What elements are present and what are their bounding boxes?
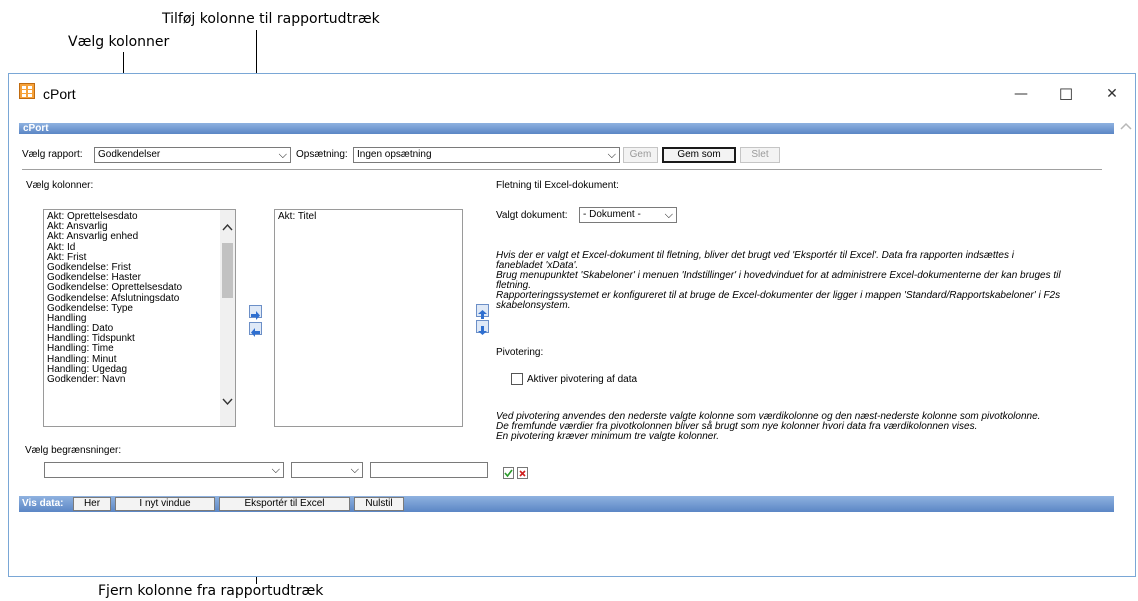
selected-columns-list[interactable]: Akt: Titel bbox=[274, 209, 463, 427]
document-select[interactable]: - Dokument - ⌵ bbox=[579, 207, 677, 223]
arrow-up-icon[interactable] bbox=[476, 304, 489, 319]
list-item[interactable]: Godkendelse: Oprettelsesdato bbox=[44, 283, 235, 293]
scroll-up-icon[interactable] bbox=[1119, 118, 1133, 132]
chevron-down-icon: ⌵ bbox=[278, 149, 287, 161]
list-item[interactable]: Godkender: Navn bbox=[44, 374, 235, 385]
info-line: Hvis der er valgt et Excel-dokument til … bbox=[496, 250, 1014, 261]
annotation-add-column: Tilføj kolonne til rapportudtræk bbox=[162, 11, 380, 27]
restriction-operator-select[interactable]: ⌵ bbox=[291, 462, 363, 478]
minimize-button[interactable]: — bbox=[999, 80, 1043, 108]
remove-filter-icon[interactable] bbox=[517, 464, 528, 479]
merge-label: Fletning til Excel-dokument: bbox=[496, 180, 619, 191]
setup-select[interactable]: Ingen opsætning ⌵ bbox=[353, 147, 620, 163]
columns-label: Vælg kolonner: bbox=[26, 180, 94, 191]
panel-header: cPort bbox=[19, 123, 1114, 134]
list-scrollbar[interactable] bbox=[220, 210, 235, 426]
report-select[interactable]: Godkendelser ⌵ bbox=[94, 147, 291, 163]
arrow-right-icon[interactable] bbox=[249, 305, 262, 320]
window-title: cPort bbox=[43, 86, 76, 102]
info-line: Brug menupunktet 'Skabeloner' i menuen '… bbox=[496, 270, 1061, 281]
pivot-label: Pivotering: bbox=[496, 347, 544, 358]
show-here-button[interactable]: Her bbox=[73, 497, 111, 511]
report-select-value: Godkendelser bbox=[98, 149, 161, 160]
info-line: En pivotering kræver minimum tre valgte … bbox=[496, 431, 720, 442]
setup-label: Opsætning: bbox=[296, 149, 348, 160]
merge-info-text: Hvis der er valgt et Excel-dokument til … bbox=[496, 251, 1106, 311]
spreadsheet-icon bbox=[19, 83, 35, 99]
arrow-left-icon[interactable] bbox=[249, 322, 262, 337]
chevron-down-icon: ⌵ bbox=[664, 209, 673, 221]
available-columns-list[interactable]: Akt: Oprettelsesdato Akt: Ansvarlig Akt: A… bbox=[43, 209, 236, 427]
chevron-down-icon: ⌵ bbox=[271, 464, 280, 476]
pivot-checkbox-label[interactable]: Aktiver pivotering af data bbox=[527, 374, 637, 385]
close-button[interactable]: ✕ bbox=[1090, 80, 1134, 108]
restriction-column-select[interactable]: ⌵ bbox=[44, 462, 284, 478]
document-select-value: - Dokument - bbox=[583, 209, 641, 220]
divider bbox=[22, 169, 1102, 170]
save-as-button[interactable]: Gem som bbox=[662, 147, 736, 163]
delete-button[interactable]: Slet bbox=[740, 147, 780, 163]
document-label: Valgt dokument: bbox=[496, 210, 568, 221]
apply-filter-icon[interactable] bbox=[503, 464, 514, 479]
pivot-checkbox[interactable] bbox=[511, 373, 523, 385]
arrow-down-icon[interactable] bbox=[476, 320, 489, 335]
info-line: skabelonsystem. bbox=[496, 300, 571, 311]
list-item[interactable]: Akt: Titel bbox=[275, 211, 462, 222]
scroll-up-icon[interactable] bbox=[222, 222, 233, 234]
reset-button[interactable]: Nulstil bbox=[354, 497, 404, 511]
setup-select-value: Ingen opsætning bbox=[357, 149, 432, 160]
maximize-button[interactable]: ☐ bbox=[1044, 80, 1088, 108]
export-excel-button[interactable]: Eksportér til Excel bbox=[219, 497, 350, 511]
annotation-choose-columns: Vælg kolonner bbox=[68, 34, 170, 50]
pivot-info-text: Ved pivotering anvendes den nederste val… bbox=[496, 412, 1106, 442]
restriction-value-input[interactable] bbox=[370, 462, 488, 478]
scroll-down-icon[interactable] bbox=[222, 398, 233, 409]
show-new-window-button[interactable]: I nyt vindue bbox=[115, 497, 215, 511]
footer-label: Vis data: bbox=[22, 498, 64, 509]
chevron-down-icon: ⌵ bbox=[350, 464, 359, 476]
annotation-remove-column: Fjern kolonne fra rapportudtræk bbox=[98, 583, 324, 599]
info-line: Rapporteringssystemet er konfigureret ti… bbox=[496, 290, 1061, 301]
report-label: Vælg rapport: bbox=[22, 149, 83, 160]
chevron-down-icon: ⌵ bbox=[607, 149, 616, 161]
app-window: cPort — ☐ ✕ cPort Vælg rapport: Godkende… bbox=[8, 73, 1136, 577]
restrictions-label: Vælg begrænsninger: bbox=[25, 445, 122, 456]
save-button[interactable]: Gem bbox=[623, 147, 658, 163]
scroll-thumb[interactable] bbox=[222, 243, 233, 298]
title-bar: cPort — ☐ ✕ bbox=[9, 74, 1135, 116]
